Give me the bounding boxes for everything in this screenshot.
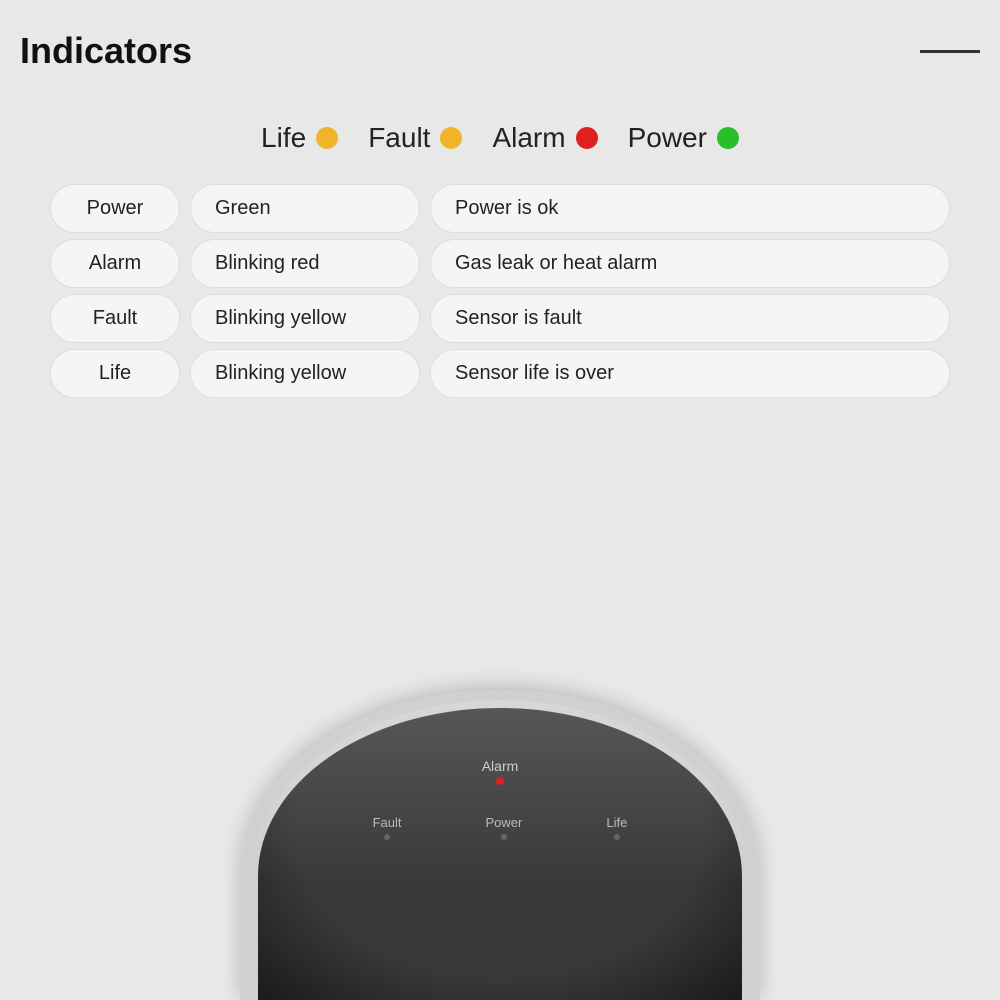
cell-description-fault: Sensor is fault xyxy=(430,294,950,343)
page-container: Indicators Life Fault Alarm Power Power … xyxy=(0,0,1000,1000)
device-section: Alarm Fault Power Life xyxy=(200,620,800,1000)
cell-description-life: Sensor life is over xyxy=(430,349,950,398)
legend-item-power: Power xyxy=(628,122,739,154)
cell-indicator-power: Power xyxy=(50,184,180,233)
legend-label-fault: Fault xyxy=(368,122,430,154)
device-fault-label: Fault xyxy=(373,815,402,830)
bottom-label-group-power: Power xyxy=(486,815,523,840)
cell-color-fault: Blinking yellow xyxy=(190,294,420,343)
bottom-label-group-life: Life xyxy=(606,815,627,840)
alarm-label-group: Alarm xyxy=(482,758,519,785)
bottom-labels-row: Fault Power Life xyxy=(331,815,670,840)
cell-indicator-alarm: Alarm xyxy=(50,239,180,288)
legend-label-alarm: Alarm xyxy=(492,122,565,154)
legend-item-alarm: Alarm xyxy=(492,122,597,154)
legend-item-life: Life xyxy=(261,122,338,154)
cell-indicator-life: Life xyxy=(50,349,180,398)
legend-dot-alarm xyxy=(576,127,598,149)
device-labels: Alarm Fault Power Life xyxy=(258,758,742,840)
device-fault-dot xyxy=(384,834,390,840)
page-title: Indicators xyxy=(20,30,192,72)
legend-dot-power xyxy=(717,127,739,149)
cell-description-power: Power is ok xyxy=(430,184,950,233)
table-row: Fault Blinking yellow Sensor is fault xyxy=(50,294,950,343)
legend-dot-fault xyxy=(440,127,462,149)
legend-label-life: Life xyxy=(261,122,306,154)
device-life-dot xyxy=(614,834,620,840)
cell-description-alarm: Gas leak or heat alarm xyxy=(430,239,950,288)
table-row: Alarm Blinking red Gas leak or heat alar… xyxy=(50,239,950,288)
cell-indicator-fault: Fault xyxy=(50,294,180,343)
bottom-label-group-fault: Fault xyxy=(373,815,402,840)
cell-color-power: Green xyxy=(190,184,420,233)
table-section: Power Green Power is ok Alarm Blinking r… xyxy=(0,174,1000,424)
legend-label-power: Power xyxy=(628,122,707,154)
legend-dot-life xyxy=(316,127,338,149)
header-section: Indicators xyxy=(0,0,1000,92)
device-alarm-label: Alarm xyxy=(482,758,519,774)
legend-item-fault: Fault xyxy=(368,122,462,154)
device-power-dot xyxy=(501,834,507,840)
cell-color-life: Blinking yellow xyxy=(190,349,420,398)
device-power-label: Power xyxy=(486,815,523,830)
header-line xyxy=(920,50,980,53)
cell-color-alarm: Blinking red xyxy=(190,239,420,288)
device-circle: Alarm Fault Power Life xyxy=(240,690,760,1000)
table-row: Life Blinking yellow Sensor life is over xyxy=(50,349,950,398)
device-life-label: Life xyxy=(606,815,627,830)
legend-row: Life Fault Alarm Power xyxy=(0,92,1000,174)
device-alarm-dot xyxy=(496,777,504,785)
table-row: Power Green Power is ok xyxy=(50,184,950,233)
